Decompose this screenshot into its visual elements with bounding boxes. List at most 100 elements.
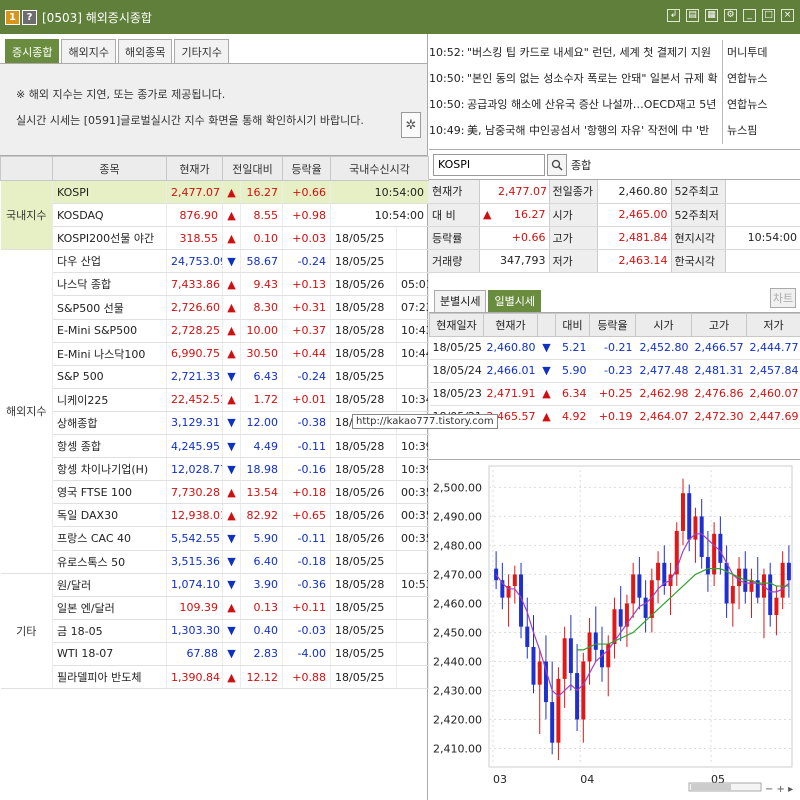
- row-change: 5.90: [240, 526, 284, 551]
- table-row[interactable]: KOSPI200선물 야간 318.55 ▲ 0.10 +0.03 18/05/25: [1, 226, 430, 251]
- quote-value: [725, 180, 800, 204]
- tab-foreign-stocks[interactable]: 해외종목: [117, 39, 173, 63]
- table-row[interactable]: 필라델피아 반도체 1,390.84 ▲ 12.12 +0.88 18/05/25: [1, 665, 430, 690]
- help-badge[interactable]: ?: [22, 9, 37, 25]
- y-tick-label: 2,430.00: [433, 684, 482, 697]
- row-price: 318.55: [166, 226, 223, 251]
- quote-row: 거래량 347,793 저가 2,463.14 한국시각: [429, 249, 800, 273]
- row-change: 6.43: [240, 365, 284, 389]
- row-rate: -0.16: [282, 457, 332, 482]
- row-price: 3,515.36: [166, 550, 223, 574]
- price-chart[interactable]: 2,500.00 2,490.00 2,480.00 2,470.00 2,460.00…: [429, 459, 800, 800]
- table-row[interactable]: 해외지수 다우 산업 24,753.09 ▼ 58.67 -0.24 18/05/25: [0, 249, 430, 574]
- news-item[interactable]: 10:49: 美, 남중국해 中인공섬서 '항행의 자유' 작전에 中 '반 뉴스핌: [429, 118, 800, 144]
- row-price: 876.90: [166, 203, 223, 228]
- news-headline[interactable]: 美, 남중국해 中인공섬서 '항행의 자유' 작전에 中 '반: [463, 118, 723, 144]
- quote-value: 2,481.84: [597, 226, 671, 250]
- quote-label: 고가: [548, 226, 598, 250]
- symbol-input[interactable]: [433, 153, 545, 176]
- table-row[interactable]: WTI 18-07 67.88 ▼ 2.83 -4.00 18/05/25: [1, 642, 430, 666]
- table-row[interactable]: 항셍 차이나기업(H) 12,028.77 ▼ 18.98 -0.16 18/05/28 1…: [1, 457, 430, 482]
- arrow-up-icon: ▲: [222, 226, 241, 251]
- table-row[interactable]: 금 18-05 1,303.30 ▼ 0.40 -0.03 18/05/25: [1, 619, 430, 643]
- table-row[interactable]: 18/05/24 2,466.01 ▼ 5.90 -0.23 2,477.48 2,481.…: [429, 359, 800, 383]
- minimize-button[interactable]: _: [743, 9, 756, 22]
- row-change: 58.67: [240, 249, 284, 274]
- table-row[interactable]: 일본 엔/달러 109.39 ▲ 0.13 +0.11 18/05/25: [1, 596, 430, 620]
- row-price: 2,728.25: [166, 319, 223, 343]
- copy-icon[interactable]: ▤: [686, 9, 699, 22]
- arrow-up-icon: ▲: [222, 596, 241, 620]
- tab-market-summary[interactable]: 증시종합: [5, 39, 60, 63]
- row-time: 00:35:30: [396, 526, 430, 551]
- table-row[interactable]: S&P 500 2,721.33 ▼ 6.43 -0.24 18/05/25: [1, 365, 430, 389]
- search-icon[interactable]: [547, 153, 567, 176]
- settings-icon[interactable]: ⚙: [724, 9, 737, 22]
- table-row[interactable]: 18/05/23 2,471.91 ▲ 6.34 +0.25 2,462.98 2,476.…: [429, 382, 800, 406]
- news-item[interactable]: 10:50: "본인 동의 없는 성소수자 폭로는 안돼" 일본서 규제 확 연합뉴…: [429, 66, 800, 92]
- news-headline[interactable]: 공급과잉 해소에 산유국 증산 나설까…OECD재고 5년: [463, 92, 723, 118]
- y-tick-label: 2,470.00: [433, 568, 482, 581]
- table-row[interactable]: 항셍 종합4,245.95▼4.49-0.1118/05/2810:39:06: [1, 434, 430, 459]
- table-row[interactable]: S&P500 선물2,726.60▲8.30+0.3118/05/2807:23…: [1, 295, 430, 320]
- news-headline[interactable]: "버스킹 팁 카드로 내세요" 런던, 세계 첫 결제기 지원: [463, 40, 723, 66]
- link-icon[interactable]: ↲: [667, 9, 680, 22]
- quote-value: 16.27: [495, 203, 549, 227]
- candlestick-chart[interactable]: 2,500.00 2,490.00 2,480.00 2,470.00 2,460.00…: [429, 460, 800, 800]
- col-group: [0, 156, 53, 181]
- candle-body: [786, 562, 791, 581]
- row-rate: -0.24: [282, 365, 332, 389]
- table-row[interactable]: 국내지수 KOSPI 2,477.07 ▲ 16.27 +0.66 10:54:00: [0, 180, 430, 251]
- candle-body: [512, 574, 517, 587]
- news-headline[interactable]: "본인 동의 없는 성소수자 폭로는 안돼" 일본서 규제 확: [463, 66, 723, 92]
- tab-minute-prices[interactable]: 분별시세: [434, 289, 487, 312]
- row-name: KOSPI: [52, 180, 167, 205]
- table-row[interactable]: 18/05/25 2,460.80 ▼ 5.21 -0.21 2,452.80 2,466.…: [429, 336, 800, 360]
- arrow-up-icon: ▲: [222, 180, 241, 205]
- table-row[interactable]: 프랑스 CAC 40 5,542.55 ▼ 5.90 -0.11 18/05/26 00:3…: [1, 526, 430, 551]
- col-close: 현재가: [483, 312, 538, 337]
- table-row[interactable]: KOSDAQ 876.90 ▲ 8.55 +0.98 10:54:00: [1, 203, 430, 228]
- gear-icon[interactable]: ✲: [401, 112, 421, 138]
- chart-button[interactable]: 차트: [770, 287, 796, 308]
- row-change: 4.49: [240, 434, 284, 459]
- daily-high: 2,476.86: [691, 382, 747, 406]
- table-row[interactable]: 나스닥 종합7,433.86▲9.43+0.1318/05/2605:01:59: [1, 272, 430, 297]
- table-row[interactable]: 기타원/달러1,074.10▼3.90-0.3618/05/2810:53:23: [0, 573, 430, 690]
- maximize-button[interactable]: □: [762, 9, 775, 22]
- col-name[interactable]: 종목: [52, 156, 167, 181]
- close-button[interactable]: ×: [781, 9, 794, 22]
- table-row[interactable]: 니케이22522,452.51▲1.72+0.0118/05/2810:34:0…: [1, 388, 430, 412]
- row-change: 0.40: [240, 619, 284, 643]
- market-table-body: 국내지수 KOSPI 2,477.07 ▲ 16.27 +0.66 10:54:00 KOSD…: [0, 180, 430, 690]
- row-time: 00:35:30: [396, 503, 430, 528]
- arrow-down-icon: ▼: [537, 359, 556, 383]
- col-time[interactable]: 국내수신시각: [330, 156, 430, 181]
- table-row[interactable]: 영국 FTSE 100 7,730.28 ▲ 13.54 +0.18 18/05/26 00…: [1, 480, 430, 505]
- col-change[interactable]: 전일대비: [221, 156, 284, 181]
- table-row[interactable]: 유로스톡스 50 3,515.36 ▼ 6.40 -0.18 18/05/25: [1, 550, 430, 574]
- tab-daily-prices[interactable]: 일별시세: [488, 289, 541, 312]
- news-item[interactable]: 10:50: 공급과잉 해소에 산유국 증산 나설까…OECD재고 5년 연합뉴스: [429, 92, 800, 118]
- row-name: 다우 산업: [52, 249, 167, 274]
- quote-label: 한국시각: [670, 249, 726, 273]
- screen-number-badge[interactable]: 1: [5, 9, 20, 25]
- col-rate[interactable]: 등락율: [282, 156, 332, 181]
- row-time: 07:23:38: [396, 295, 430, 320]
- candle-body: [687, 493, 692, 540]
- table-row[interactable]: E-Mini 나스닥100 6,990.75 ▲ 30.50 +0.44 18/05/28…: [1, 342, 430, 366]
- news-item[interactable]: 10:52: "버스킹 팁 카드로 내세요" 런던, 세계 첫 결제기 지원 머니투…: [429, 40, 800, 66]
- row-rate: +0.66: [282, 180, 332, 205]
- daily-low: 2,444.77: [746, 336, 800, 360]
- daily-rate: +0.25: [589, 382, 636, 406]
- row-date: 18/05/28: [330, 342, 398, 366]
- col-price[interactable]: 현재가: [166, 156, 223, 181]
- table-row[interactable]: 독일 DAX30 12,938.01 ▲ 82.92 +0.65 18/05/26 00:3…: [1, 503, 430, 528]
- print-icon[interactable]: ▦: [705, 9, 718, 22]
- row-change: 8.30: [240, 295, 284, 320]
- tab-foreign-index[interactable]: 해외지수: [61, 39, 116, 63]
- row-price: 5,542.55: [166, 526, 223, 551]
- quote-row: 대 비 ▲ 16.27 시가 2,465.00 52주최저: [429, 203, 800, 227]
- table-row[interactable]: E-Mini S&P500 2,728.25 ▲ 10.00 +0.37 18/05/28…: [1, 319, 430, 343]
- tab-other-index[interactable]: 기타지수: [174, 39, 229, 63]
